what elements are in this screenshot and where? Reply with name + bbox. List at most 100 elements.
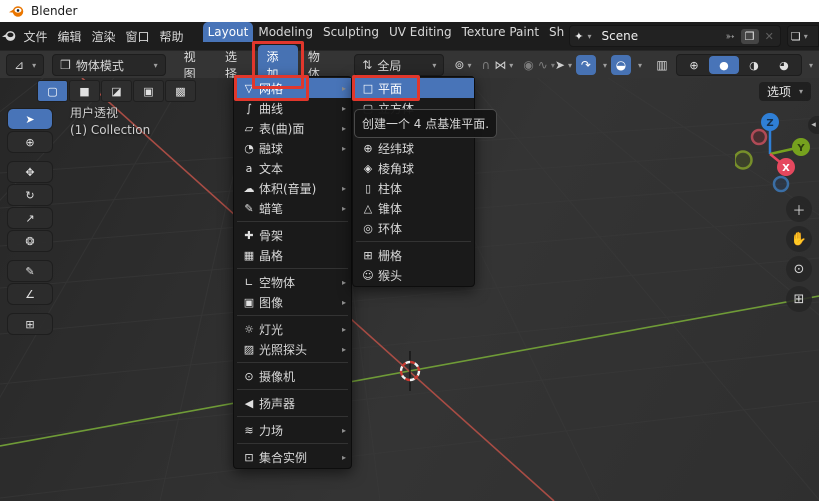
add-menu-item[interactable]: ▦ 晶格 <box>234 245 351 265</box>
add-menu-item[interactable]: ◀ 扬声器 <box>234 393 351 413</box>
tool-button[interactable]: ↗ <box>7 207 53 229</box>
add-menu-item[interactable]: ▽ 网格 ▸ <box>234 78 351 98</box>
tool-button[interactable]: ⊕ <box>7 131 53 153</box>
blender-menu-icon[interactable] <box>0 29 18 43</box>
chevron-down-icon: ▾ <box>509 61 513 70</box>
camera-view-button[interactable]: ⊙ <box>786 256 812 282</box>
shading-mode-button[interactable]: ◑ <box>739 56 769 74</box>
xray-toggle[interactable]: ▥ <box>652 55 672 75</box>
tooltip-text: 创建一个 4 点基准平面. <box>362 115 489 132</box>
workspace-tab[interactable]: Layout <box>203 22 254 42</box>
tool-button[interactable]: ↻ <box>7 184 53 206</box>
proportional-falloff-dropdown[interactable]: ∿ ▾ <box>538 58 555 72</box>
add-menu-item[interactable]: ▣ 图像 ▸ <box>234 292 351 312</box>
add-menu-item[interactable]: ∫ 曲线 ▸ <box>234 98 351 118</box>
menu-item-icon: ▽ <box>239 82 259 95</box>
workspace-tab[interactable]: Texture Paint <box>457 22 544 42</box>
scene-selector[interactable]: ✦ ▾ Scene ➳ ❐ ✕ <box>569 25 781 47</box>
select-mode-button[interactable]: ■ <box>69 80 100 102</box>
submenu-arrow-icon: ▸ <box>337 204 346 213</box>
chevron-down-icon: ▾ <box>467 61 471 70</box>
menubar-menu[interactable]: 窗口 <box>121 26 155 46</box>
tool-button[interactable]: ❂ <box>7 230 53 252</box>
submenu-arrow-icon: ▸ <box>337 325 346 334</box>
workspace-tab[interactable]: UV Editing <box>384 22 457 42</box>
menu-item-icon: ⊡ <box>239 451 259 464</box>
blender-window: Blender 文件编辑渲染窗口帮助 LayoutModelingSculpti… <box>0 0 819 501</box>
add-menu-item[interactable]: ☁ 体积(音量) ▸ <box>234 178 351 198</box>
mesh-submenu-item[interactable]: ⊞ 栅格 <box>353 245 474 265</box>
gizmos-toggle[interactable]: ↷ <box>576 55 596 75</box>
mode-dropdown[interactable]: ❒ 物体模式 ▾ <box>52 54 166 76</box>
shading-mode-button[interactable]: ◕ <box>769 56 799 74</box>
mesh-submenu-item[interactable]: ◈ 棱角球 <box>353 158 474 178</box>
menu-item-icon: ◔ <box>239 142 259 155</box>
perspective-toggle-button[interactable]: ⊞ <box>786 286 812 312</box>
proportional-editing-toggle[interactable]: ◉ <box>523 58 533 72</box>
add-menu-item[interactable]: ▱ 表(曲)面 ▸ <box>234 118 351 138</box>
add-menu-item[interactable]: ▨ 光照探头 ▸ <box>234 339 351 359</box>
menu-item-icon: ◎ <box>358 222 378 235</box>
show-object-types-dropdown[interactable]: ➤ ▾ <box>555 58 572 72</box>
menubar-menu[interactable]: 文件 <box>18 26 52 46</box>
select-mode-button[interactable]: ◪ <box>101 80 132 102</box>
add-menu-item[interactable]: ∟ 空物体 ▸ <box>234 272 351 292</box>
menubar-menu[interactable]: 渲染 <box>87 26 121 46</box>
pivot-point-dropdown[interactable]: ⊚ ▾ <box>454 58 471 72</box>
grid-persp-icon: ⊞ <box>794 292 805 307</box>
tool-button[interactable]: ⊞ <box>7 313 53 335</box>
editor-type-button[interactable]: ⊿ ▾ <box>6 54 44 76</box>
view-layer-icon: ❏ <box>791 30 801 43</box>
overlays-toggle[interactable]: ◒ <box>611 55 631 75</box>
add-menu-item[interactable]: ☼ 灯光 ▸ <box>234 319 351 339</box>
pan-button[interactable]: ✋ <box>786 226 812 252</box>
view-layer-selector[interactable]: ❏ ▾ <box>787 25 819 47</box>
menu-item-icon: ☼ <box>239 323 259 336</box>
menu-item-label: 猴头 <box>378 267 460 284</box>
tool-button[interactable]: ∠ <box>7 283 53 305</box>
workspace-tab[interactable]: Modeling <box>253 22 318 42</box>
menubar-menus: 文件编辑渲染窗口帮助 <box>18 26 188 46</box>
tool-button[interactable]: ✥ <box>7 161 53 183</box>
add-menu-item[interactable]: ✎ 蜡笔 ▸ <box>234 198 351 218</box>
mesh-submenu-item[interactable]: ▯ 柱体 <box>353 178 474 198</box>
shading-mode-button[interactable]: ● <box>709 56 739 74</box>
blender-logo-icon <box>9 4 24 19</box>
shading-mode-button[interactable]: ⊕ <box>679 56 709 74</box>
gizmo-y-label: Y <box>796 143 805 154</box>
gizmo-icon: ↷ <box>581 58 591 72</box>
select-mode-button[interactable]: ▢ <box>37 80 68 102</box>
transform-orientation-dropdown[interactable]: ⇅ 全局 ▾ <box>354 54 444 76</box>
select-mode-button[interactable]: ▩ <box>165 80 196 102</box>
add-menu-item[interactable]: a 文本 <box>234 158 351 178</box>
new-scene-button[interactable]: ❐ <box>741 29 759 44</box>
mesh-submenu-item[interactable]: ◎ 环体 <box>353 218 474 238</box>
navigation-gizmo[interactable]: Z Y X <box>735 95 815 195</box>
menu-item-icon: ☁ <box>239 182 259 195</box>
menu-item-label: 栅格 <box>378 247 460 264</box>
mesh-submenu-item[interactable]: △ 锥体 <box>353 198 474 218</box>
mesh-submenu-item[interactable]: □ 平面 <box>353 78 474 98</box>
add-menu-item[interactable]: ✚ 骨架 <box>234 225 351 245</box>
add-menu-item[interactable]: ≋ 力场 ▸ <box>234 420 351 440</box>
mesh-submenu-item[interactable]: ☺ 猴头 <box>353 265 474 285</box>
close-icon[interactable]: ✕ <box>763 30 776 43</box>
menubar-menu[interactable]: 编辑 <box>53 26 87 46</box>
add-menu-item[interactable]: ⊙ 摄像机 <box>234 366 351 386</box>
zoom-button[interactable]: ＋ <box>786 196 812 222</box>
mesh-submenu-item[interactable]: ⊕ 经纬球 <box>353 138 474 158</box>
snap-settings-dropdown[interactable]: ⋈ ▾ <box>494 58 513 72</box>
menu-item-label: 图像 <box>259 294 337 311</box>
pin-icon[interactable]: ➳ <box>724 30 737 43</box>
workspace-tab[interactable]: Sculpting <box>318 22 384 42</box>
snap-toggle[interactable]: ∩ <box>482 58 491 72</box>
workspace-tab[interactable]: Sh <box>544 22 569 42</box>
sidebar-toggle[interactable]: ◂ <box>808 116 819 134</box>
select-mode-button[interactable]: ▣ <box>133 80 164 102</box>
menubar-menu[interactable]: 帮助 <box>155 26 189 46</box>
tool-button[interactable]: ➤ <box>7 108 53 130</box>
camera-icon: ⊙ <box>794 262 805 277</box>
tool-button[interactable]: ✎ <box>7 260 53 282</box>
add-menu-item[interactable]: ◔ 融球 ▸ <box>234 138 351 158</box>
add-menu-item[interactable]: ⊡ 集合实例 ▸ <box>234 447 351 467</box>
